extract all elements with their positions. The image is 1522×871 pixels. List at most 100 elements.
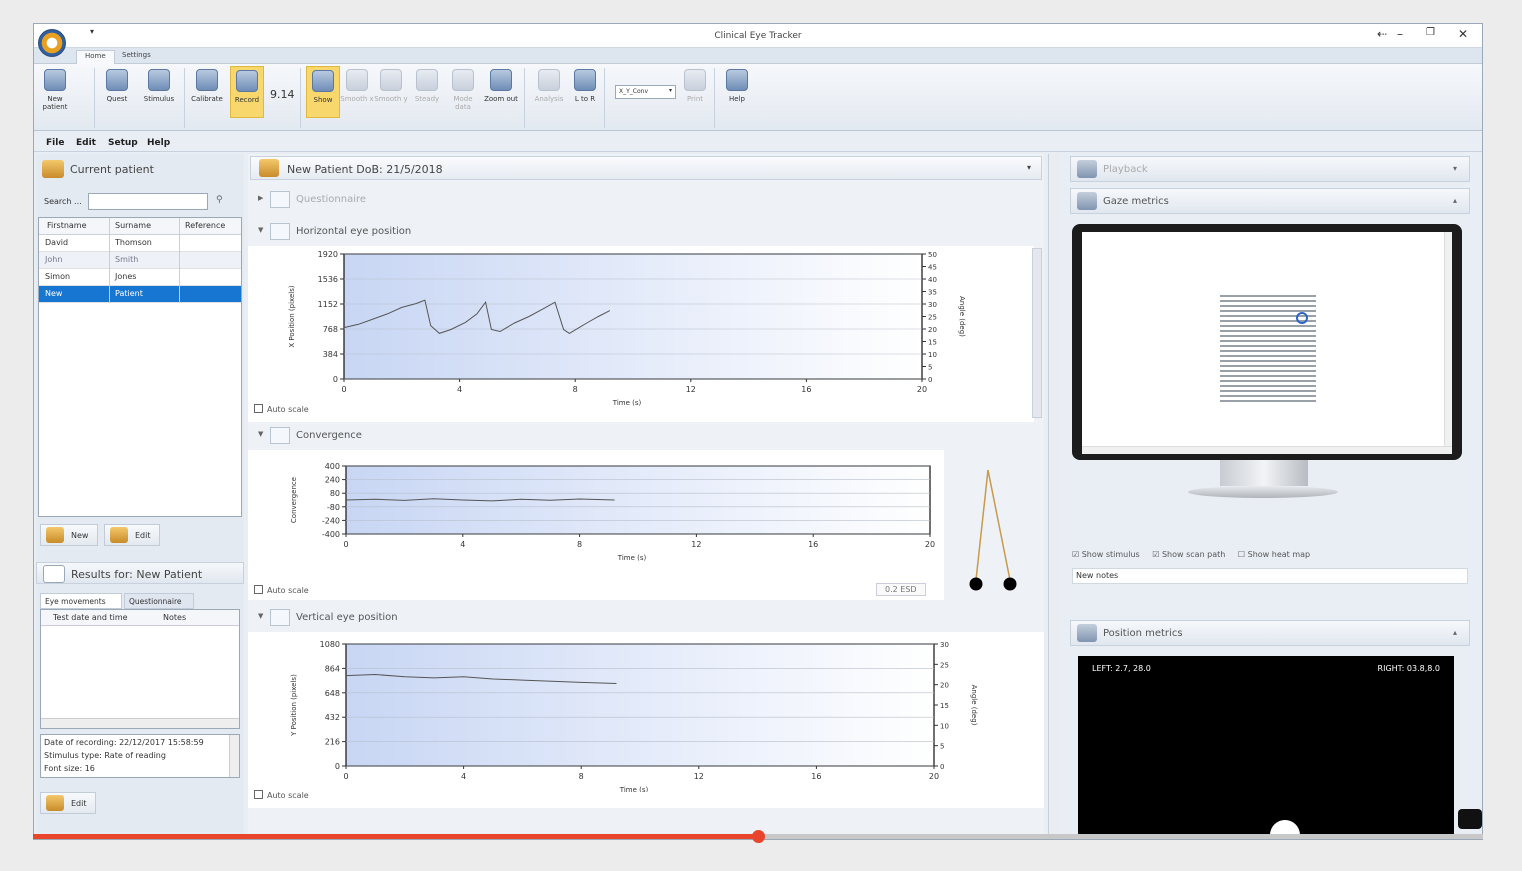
- ribbon-button-show[interactable]: Show: [306, 66, 340, 118]
- y-tick-label: 648: [325, 689, 340, 698]
- table-row-selected[interactable]: New Patient: [39, 286, 241, 303]
- chat-icon[interactable]: [1458, 809, 1482, 829]
- back-icon[interactable]: ⇠: [1377, 27, 1387, 41]
- tab-home[interactable]: Home: [76, 50, 115, 64]
- x-axis-label: Time (s): [619, 786, 649, 792]
- col-reference[interactable]: Reference: [185, 221, 225, 230]
- minimize-button[interactable]: –: [1397, 27, 1403, 41]
- table-row[interactable]: David Thomson: [39, 235, 241, 252]
- edit-patient-button[interactable]: Edit: [104, 524, 160, 546]
- info-line: Font size: 16: [44, 764, 95, 773]
- view-mode-select[interactable]: X_Y_Conv ▾: [615, 85, 676, 99]
- plot-area: [343, 253, 923, 380]
- ribbon-button-stimulus[interactable]: Stimulus: [142, 66, 176, 118]
- questionnaire-section[interactable]: ▶ Questionnaire: [256, 190, 366, 210]
- convergence-chart-panel: 400 240 80 -80 -240 -400 0 4 8 12 16 20 Time (s) Conv…: [248, 450, 944, 600]
- ribbon-button-mode-data[interactable]: Mode data: [446, 66, 480, 118]
- info-line: Date of recording: 22/12/2017 15:58:59: [44, 738, 204, 747]
- auto-scale-checkbox[interactable]: Auto scale: [254, 404, 309, 414]
- menu-help[interactable]: Help: [147, 138, 170, 148]
- ribbon-button-analysis[interactable]: Analysis: [532, 66, 566, 118]
- right-eye-marker: [1003, 577, 1017, 591]
- y-tick-label: 1152: [318, 300, 338, 309]
- col-surname[interactable]: Surname: [115, 221, 151, 230]
- chart-icon: [43, 565, 65, 583]
- ribbon-button-new-patient[interactable]: New patient: [38, 66, 72, 118]
- ribbon-button-zoom-out[interactable]: Zoom out: [484, 66, 518, 118]
- y2-tick-label: 15: [940, 702, 949, 710]
- tab-settings[interactable]: Settings: [114, 50, 159, 64]
- notes-field[interactable]: New notes: [1072, 568, 1468, 584]
- close-button[interactable]: ✕: [1458, 27, 1468, 41]
- menu-edit[interactable]: Edit: [76, 138, 96, 148]
- col-test-date[interactable]: Test date and time: [53, 613, 128, 622]
- show-scan-path-checkbox[interactable]: ☑ Show scan path: [1152, 550, 1225, 559]
- table-row[interactable]: Simon Jones: [39, 269, 241, 286]
- vertical-scrollbar[interactable]: [229, 735, 239, 777]
- col-firstname[interactable]: Firstname: [47, 221, 87, 230]
- auto-scale-checkbox[interactable]: Auto scale: [254, 790, 309, 800]
- search-icon[interactable]: ⚲: [216, 195, 223, 205]
- x-tick-label: 16: [801, 385, 811, 394]
- smooth-y-icon: [380, 69, 402, 91]
- gaze-metrics-header[interactable]: Gaze metrics ▴: [1070, 188, 1470, 214]
- metrics-pane: Playback ▾ Gaze metrics ▴ ☑ Show stimulus …: [1068, 154, 1472, 839]
- ribbon-button-print[interactable]: Print: [678, 66, 712, 118]
- ribbon-button-label: Print: [686, 95, 704, 103]
- results-table: Test date and time Notes: [40, 609, 240, 729]
- questionnaire-label: Questionnaire: [296, 194, 367, 205]
- ribbon-separator: [300, 68, 301, 128]
- ribbon-button-smooth-x[interactable]: Smooth x: [340, 66, 374, 118]
- show-stimulus-checkbox[interactable]: ☑ Show stimulus: [1072, 550, 1140, 559]
- results-table-header: Test date and time Notes: [41, 610, 239, 626]
- ribbon-button-steady[interactable]: Steady: [410, 66, 444, 118]
- menu-setup[interactable]: Setup: [108, 138, 138, 148]
- col-notes[interactable]: Notes: [163, 613, 186, 622]
- auto-scale-checkbox[interactable]: Auto scale: [254, 585, 309, 595]
- ribbon-button-label: Calibrate: [191, 95, 223, 103]
- search-input[interactable]: [88, 193, 208, 210]
- pane-scrollbar[interactable]: [1048, 154, 1060, 839]
- y2-tick-label: 20: [928, 326, 937, 334]
- ribbon-button-quest[interactable]: Quest: [100, 66, 134, 118]
- patient-bar[interactable]: New Patient DoB: 21/5/2018 ▾: [250, 156, 1042, 180]
- y2-axis-label: Angle (deg): [958, 296, 966, 337]
- horizontal-section[interactable]: ▼ Horizontal eye position: [256, 222, 411, 242]
- menu-bar: File Edit Setup Help: [34, 132, 1482, 152]
- ribbon-button-record[interactable]: Record: [230, 66, 264, 118]
- y2-axis-label: Angle (deg): [970, 685, 978, 726]
- horizontal-scrollbar[interactable]: [41, 718, 239, 728]
- ribbon-button-calibrate[interactable]: Calibrate: [190, 66, 224, 118]
- convergence-section[interactable]: ▼ Convergence: [256, 426, 362, 446]
- x-tick-label: 0: [343, 540, 348, 549]
- tab-eye-movements[interactable]: Eye movements: [40, 593, 122, 609]
- video-progress-knob[interactable]: [752, 830, 765, 843]
- horizontal-scrollbar[interactable]: [1082, 446, 1452, 454]
- menu-file[interactable]: File: [46, 138, 64, 148]
- ribbon-button-help[interactable]: Help: [720, 66, 754, 118]
- app-logo-icon[interactable]: [38, 29, 66, 57]
- y-tick-label: 0: [335, 762, 340, 771]
- table-row[interactable]: John Smith: [39, 252, 241, 269]
- tab-questionnaire[interactable]: Questionnaire: [124, 593, 194, 609]
- ribbon-button-label: Help: [729, 95, 745, 103]
- playback-header[interactable]: Playback ▾: [1070, 156, 1470, 182]
- y-axis-label: X Position (pixels): [288, 285, 296, 347]
- quick-access-icon[interactable]: ▾: [90, 27, 94, 36]
- ribbon-button-smooth-y[interactable]: Smooth y: [374, 66, 408, 118]
- video-progress-bar[interactable]: [33, 830, 1483, 843]
- vertical-scrollbar[interactable]: [1444, 232, 1452, 454]
- vertical-section[interactable]: ▼ Vertical eye position: [256, 608, 398, 628]
- ribbon-button-l-to-r[interactable]: L to R: [568, 66, 602, 118]
- film-icon: [1077, 160, 1097, 178]
- vertical-scrollbar[interactable]: [1032, 248, 1042, 418]
- new-patient-button[interactable]: New: [40, 524, 98, 546]
- maximize-button[interactable]: ❐: [1426, 27, 1435, 38]
- user-icon: [259, 159, 279, 177]
- position-metrics-header[interactable]: Position metrics ▴: [1070, 620, 1470, 646]
- edit-results-button[interactable]: Edit: [40, 792, 96, 814]
- show-heat-map-checkbox[interactable]: ☐ Show heat map: [1238, 550, 1310, 559]
- convergence-chart: 400 240 80 -80 -240 -4000 4 8 12 16 20 Time (s) Conv…: [290, 462, 935, 562]
- ribbon-button-label: Smooth y: [374, 95, 408, 103]
- y-tick-label: -240: [322, 516, 340, 525]
